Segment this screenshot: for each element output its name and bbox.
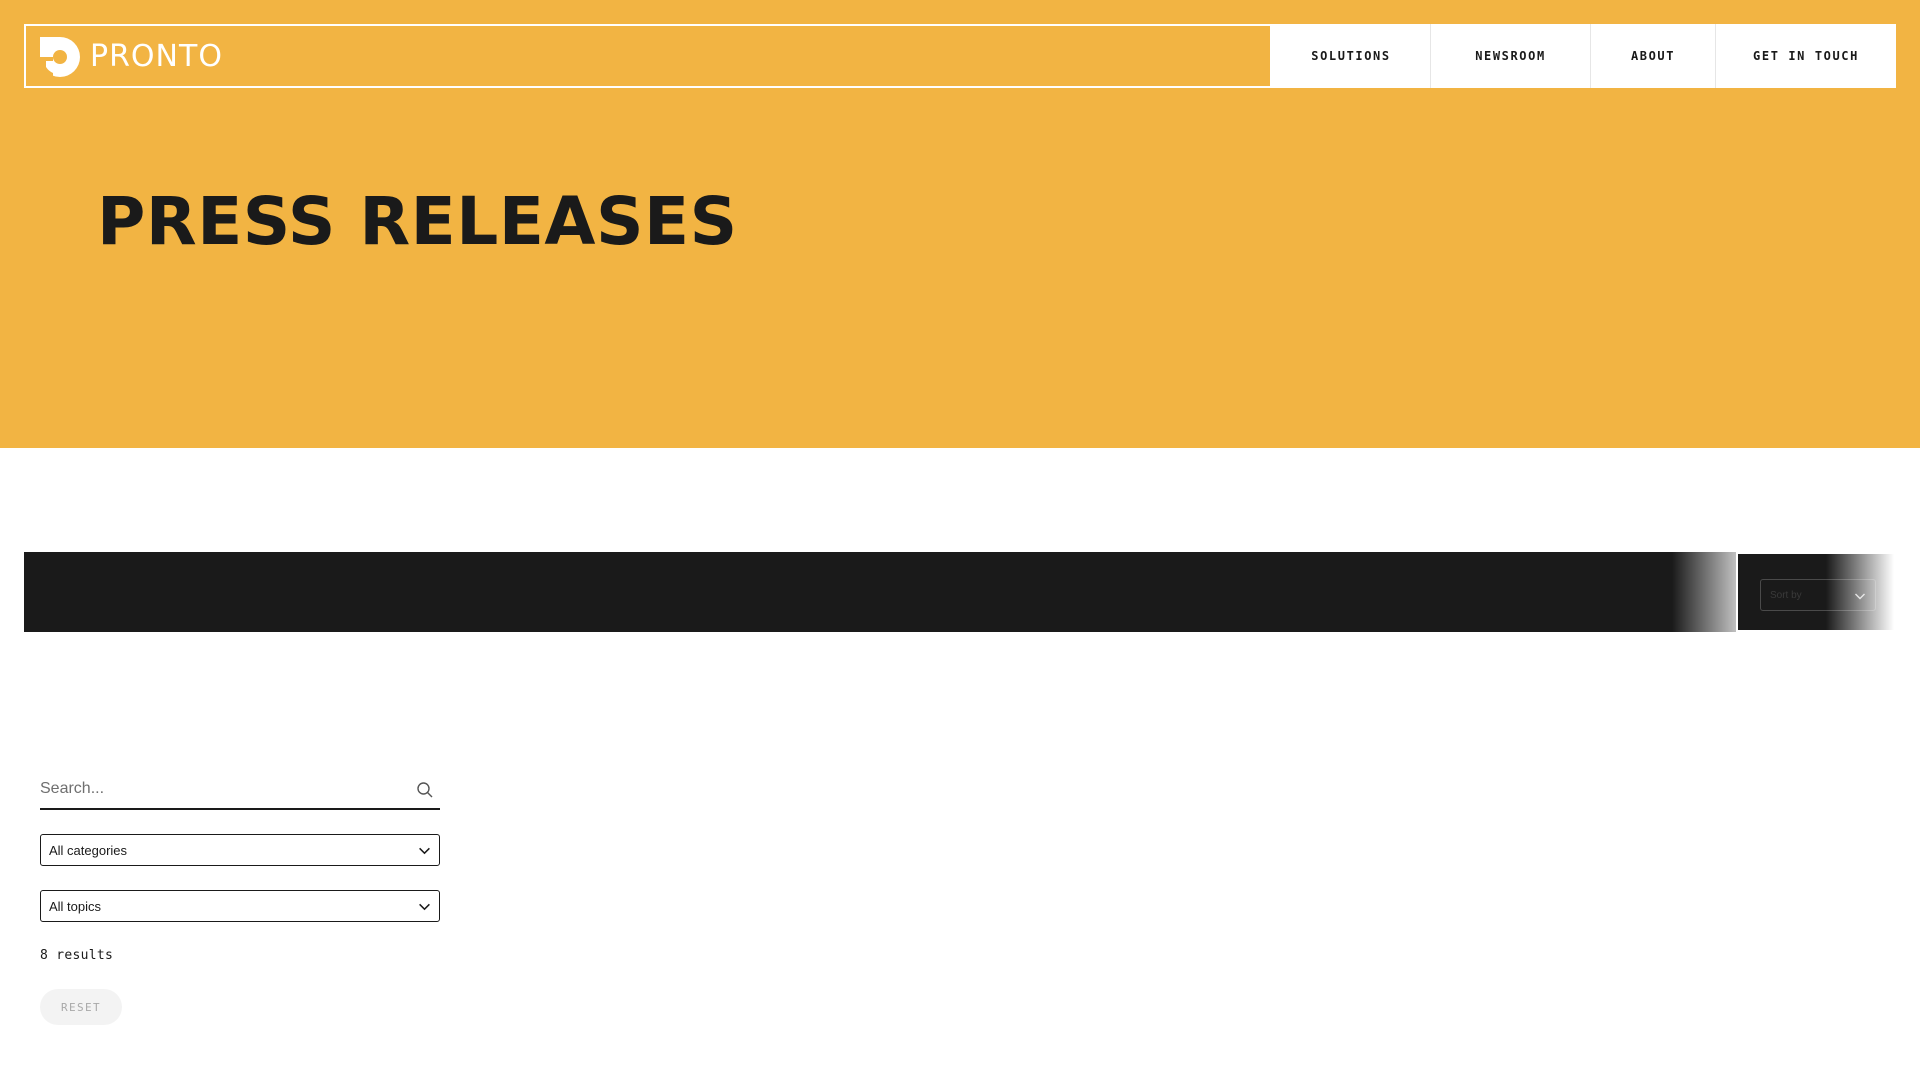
listing-toolbar: Sort by xyxy=(24,552,1896,632)
category-select[interactable]: All categories xyxy=(40,834,440,866)
nav-item-get-in-touch[interactable]: GET IN TOUCH xyxy=(1715,24,1896,88)
topic-select[interactable]: All topics xyxy=(40,890,440,922)
logo-mark-icon xyxy=(40,37,80,77)
page-title: PRESS RELEASES xyxy=(97,183,738,260)
sort-select[interactable]: Sort by xyxy=(1760,579,1876,611)
search-icon[interactable] xyxy=(416,781,434,799)
logo-text: PRONTO xyxy=(90,39,223,74)
topic-select-value: All topics xyxy=(49,899,102,914)
sort-area: Sort by xyxy=(1736,552,1896,632)
filter-panel: All categories All topics 8 results RESE… xyxy=(40,770,440,1025)
brand-bar: PRONTO xyxy=(24,24,1272,88)
reset-button[interactable]: RESET xyxy=(40,989,122,1025)
chevron-down-icon xyxy=(1855,593,1865,600)
nav-item-newsroom[interactable]: NEWSROOM xyxy=(1430,24,1590,88)
logo[interactable]: PRONTO xyxy=(40,37,223,77)
main-nav: SOLUTIONS NEWSROOM ABOUT GET IN TOUCH xyxy=(1272,24,1896,88)
hero-banner: PRONTO SOLUTIONS NEWSROOM ABOUT GET IN T… xyxy=(0,0,1920,448)
nav-item-about[interactable]: ABOUT xyxy=(1590,24,1715,88)
chevron-down-icon xyxy=(419,847,430,855)
sort-label: Sort by xyxy=(1770,590,1802,601)
chevron-down-icon xyxy=(419,903,430,911)
category-select-value: All categories xyxy=(49,843,128,858)
results-count: 8 results xyxy=(40,948,114,963)
search-input[interactable] xyxy=(40,770,400,808)
search-box xyxy=(40,770,440,810)
site-header: PRONTO SOLUTIONS NEWSROOM ABOUT GET IN T… xyxy=(24,24,1896,88)
nav-item-solutions[interactable]: SOLUTIONS xyxy=(1272,24,1430,88)
